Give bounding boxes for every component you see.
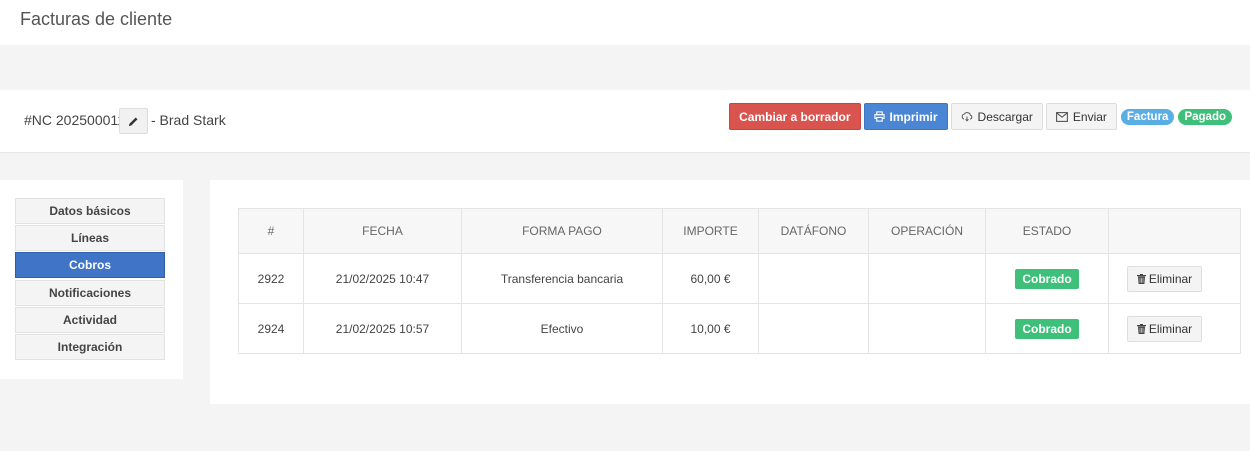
- print-label: Imprimir: [889, 109, 938, 124]
- payment-id: 2922: [238, 253, 304, 304]
- client-name: - Brad Stark: [151, 112, 226, 128]
- payment-method: Efectivo: [461, 303, 663, 354]
- payment-status-badge: Cobrado: [1015, 268, 1079, 289]
- payment-amount: 60,00 €: [662, 253, 759, 304]
- print-button[interactable]: Imprimir: [863, 103, 948, 130]
- page-title: Facturas de cliente: [20, 9, 173, 29]
- column-header-actions: [1108, 208, 1241, 254]
- trash-icon: [1136, 323, 1146, 334]
- payment-actions-cell: Eliminar: [1108, 303, 1241, 354]
- sidebar-item-datos-basicos[interactable]: Datos básicos: [15, 198, 165, 224]
- column-header-fecha: FECHA: [303, 208, 462, 254]
- column-header-estado: ESTADO: [985, 208, 1109, 254]
- delete-payment-button[interactable]: Eliminar: [1126, 315, 1203, 342]
- cloud-download-icon: [961, 112, 972, 122]
- sidebar-item-integracion[interactable]: Integración: [15, 334, 165, 360]
- pencil-icon: [128, 116, 138, 126]
- column-header-id: #: [238, 208, 304, 254]
- payment-amount: 10,00 €: [662, 303, 759, 354]
- change-to-draft-label: Cambiar a borrador: [739, 109, 851, 124]
- send-label: Enviar: [1072, 109, 1107, 124]
- payment-status-cell: Cobrado: [985, 253, 1109, 304]
- column-header-datafono: DATÁFONO: [758, 208, 869, 254]
- payment-id: 2924: [238, 303, 304, 354]
- download-label: Descargar: [977, 109, 1033, 124]
- payment-status-badge: Cobrado: [1015, 318, 1079, 339]
- top-bar: Facturas de cliente: [0, 0, 1250, 45]
- trash-icon: [1136, 273, 1146, 284]
- sidebar-item-notificaciones[interactable]: Notificaciones: [15, 280, 165, 306]
- change-to-draft-button[interactable]: Cambiar a borrador: [729, 103, 861, 130]
- document-type-badge: Factura: [1120, 108, 1175, 125]
- payments-table: # FECHA FORMA PAGO IMPORTE DATÁFONO OPER…: [238, 208, 1241, 354]
- payments-panel: # FECHA FORMA PAGO IMPORTE DATÁFONO OPER…: [210, 180, 1250, 404]
- download-button[interactable]: Descargar: [950, 103, 1043, 130]
- table-header-row: # FECHA FORMA PAGO IMPORTE DATÁFONO OPER…: [238, 208, 1241, 254]
- payment-operation: [868, 303, 986, 354]
- printer-icon: [873, 111, 885, 122]
- payment-terminal: [758, 303, 869, 354]
- payment-date: 21/02/2025 10:57: [303, 303, 462, 354]
- document-actions: Cambiar a borrador Imprimir Descargar En…: [729, 103, 1232, 130]
- edit-number-button[interactable]: [119, 108, 148, 134]
- send-button[interactable]: Enviar: [1045, 103, 1117, 130]
- sidebar: Datos básicos Líneas Cobros Notificacion…: [0, 180, 183, 379]
- column-header-operacion: OPERACIÓN: [868, 208, 986, 254]
- delete-label: Eliminar: [1148, 271, 1193, 286]
- delete-label: Eliminar: [1148, 321, 1193, 336]
- payment-operation: [868, 253, 986, 304]
- table-row: 2924 21/02/2025 10:57 Efectivo 10,00 € C…: [238, 303, 1241, 354]
- payment-status-cell: Cobrado: [985, 303, 1109, 354]
- sidebar-item-actividad[interactable]: Actividad: [15, 307, 165, 333]
- delete-payment-button[interactable]: Eliminar: [1126, 265, 1203, 292]
- payment-date: 21/02/2025 10:47: [303, 253, 462, 304]
- payment-actions-cell: Eliminar: [1108, 253, 1241, 304]
- column-header-forma-pago: FORMA PAGO: [461, 208, 663, 254]
- payment-status-badge: Pagado: [1178, 108, 1232, 125]
- table-row: 2922 21/02/2025 10:47 Transferencia banc…: [238, 253, 1241, 304]
- payment-method: Transferencia bancaria: [461, 253, 663, 304]
- envelope-icon: [1055, 111, 1068, 122]
- column-header-importe: IMPORTE: [662, 208, 759, 254]
- payment-terminal: [758, 253, 869, 304]
- sidebar-item-lineas[interactable]: Líneas: [15, 225, 165, 251]
- document-header: #NC 202500011 - Brad Stark Cambiar a bor…: [0, 90, 1250, 153]
- sidebar-item-cobros[interactable]: Cobros: [15, 252, 165, 278]
- document-number: #NC 202500011: [24, 112, 125, 128]
